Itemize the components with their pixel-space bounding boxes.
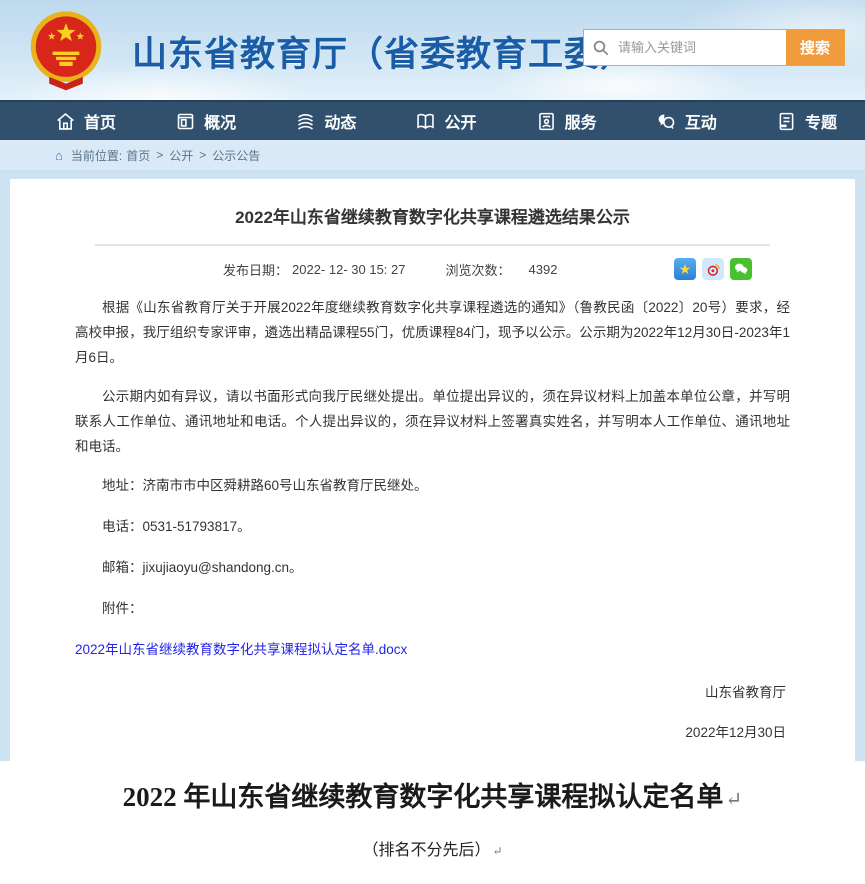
view-count: 浏览次数： 4392 [446, 260, 558, 279]
document-section: 2022 年山东省继续教育数字化共享课程拟认定名单↵ （排名不分先后）↵ 序号 … [0, 761, 865, 884]
nav-item-overview[interactable]: 概况 [175, 109, 236, 133]
overview-icon [175, 111, 196, 132]
breadcrumb: ⌂ 当前位置: 首页 > 公开 > 公示公告 [0, 140, 865, 171]
nav-item-label: 互动 [685, 109, 717, 133]
breadcrumb-separator: > [199, 148, 206, 162]
article-paragraph: 根据《山东省教育厅关于开展2022年度继续教育数字化共享课程遴选的通知》（鲁教民… [75, 296, 790, 371]
service-doc-icon [536, 111, 557, 132]
nav-item-news[interactable]: 动态 [295, 109, 356, 133]
article-body: 根据《山东省教育厅关于开展2022年度继续教育数字化共享课程遴选的通知》（鲁教民… [75, 296, 790, 663]
share-bar: ★ [674, 258, 752, 280]
qzone-share-icon[interactable]: ★ [674, 258, 696, 280]
weibo-share-icon[interactable] [702, 258, 724, 280]
document-subheading: （排名不分先后）↵ [0, 836, 865, 860]
signature-date: 2022年12月30日 [75, 721, 786, 741]
title-divider [95, 244, 770, 246]
document-heading-text: 2022 年山东省继续教育数字化共享课程拟认定名单 [123, 782, 724, 812]
breadcrumb-item-home[interactable]: 首页 [126, 147, 150, 164]
article-paragraph: 公示期内如有异议，请以书面形式向我厅民继处提出。单位提出异议的，须在异议材料上加… [75, 385, 790, 460]
nav-item-home[interactable]: 首页 [55, 109, 116, 133]
paragraph-return-mark: ↵ [492, 844, 502, 858]
page-background: 2022年山东省继续教育数字化共享课程遴选结果公示 发布日期： 2022- 12… [0, 171, 865, 761]
nav-item-label: 动态 [324, 109, 356, 133]
paragraph-return-mark: ↵ [725, 789, 742, 811]
breadcrumb-item-public[interactable]: 公开 [169, 147, 193, 164]
national-emblem-logo [24, 8, 108, 92]
attachment-docx-link[interactable]: 2022年山东省继续教育数字化共享课程拟认定名单.docx [75, 638, 790, 663]
wechat-share-icon[interactable] [730, 258, 752, 280]
nav-item-label: 专题 [805, 109, 837, 133]
publish-date-value: 2022- 12- 30 15: 27 [292, 262, 405, 277]
breadcrumb-home-icon: ⌂ [55, 148, 63, 163]
nav-item-label: 公开 [444, 109, 476, 133]
nav-item-public[interactable]: 公开 [415, 109, 476, 133]
search-icon [584, 30, 618, 65]
attachment-label: 附件： [75, 597, 790, 622]
article-meta: 发布日期： 2022- 12- 30 15: 27 浏览次数： 4392 ★ [75, 258, 790, 280]
nav-item-label: 概况 [204, 109, 236, 133]
nav-item-label: 服务 [565, 109, 597, 133]
publish-date: 发布日期： 2022- 12- 30 15: 27 [223, 260, 406, 279]
breadcrumb-item-current: 公示公告 [212, 147, 260, 164]
article-card: 2022年山东省继续教育数字化共享课程遴选结果公示 发布日期： 2022- 12… [10, 179, 855, 761]
search-button[interactable]: 搜索 [786, 30, 844, 65]
document-heading: 2022 年山东省继续教育数字化共享课程拟认定名单↵ [0, 775, 865, 814]
main-nav: 首页 概况 动态 公开 服务 互动 专题 [0, 100, 865, 140]
site-header: 山东省教育厅（省委教育工委） 搜索 [0, 0, 865, 100]
phone-line: 电话：0531-51793817。 [75, 515, 790, 540]
breadcrumb-label: 当前位置: [71, 147, 122, 164]
email-line: 邮箱：jixujiaoyu@shandong.cn。 [75, 556, 790, 581]
nav-item-service[interactable]: 服务 [536, 109, 597, 133]
nav-item-label: 首页 [84, 109, 116, 133]
signature-org: 山东省教育厅 [75, 681, 786, 701]
nav-item-interact[interactable]: 互动 [656, 109, 717, 133]
site-title: 山东省教育厅（省委教育工委） [132, 26, 636, 77]
nav-item-topics[interactable]: 专题 [776, 109, 837, 133]
view-count-value: 4392 [529, 262, 558, 277]
topic-doc-icon [776, 111, 797, 132]
search-box: 搜索 [583, 29, 845, 66]
breadcrumb-separator: > [156, 148, 163, 162]
article-title: 2022年山东省继续教育数字化共享课程遴选结果公示 [75, 203, 790, 228]
home-icon [55, 111, 76, 132]
chat-bubbles-icon [656, 111, 677, 132]
open-book-icon [415, 111, 436, 132]
search-input[interactable] [618, 30, 786, 65]
view-count-label: 浏览次数： [446, 260, 511, 279]
document-subheading-text: （排名不分先后） [362, 842, 490, 859]
signature-block: 山东省教育厅 2022年12月30日 [75, 681, 790, 741]
address-line: 地址：济南市市中区舜耕路60号山东省教育厅民继处。 [75, 474, 790, 499]
publish-date-label: 发布日期： [223, 260, 288, 279]
news-books-icon [295, 111, 316, 132]
